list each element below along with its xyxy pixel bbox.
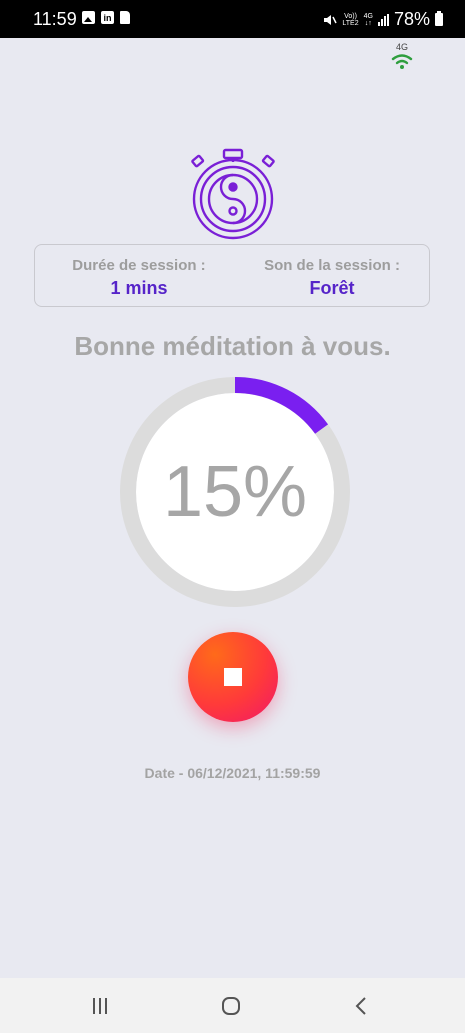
back-icon [355, 997, 366, 1015]
battery-icon [435, 11, 443, 26]
system-nav-bar [0, 978, 465, 1033]
status-time: 11:59 [33, 9, 77, 29]
sd-card-notification-icon [120, 11, 130, 24]
back-button[interactable] [331, 988, 391, 1024]
greeting-text: Bonne méditation à vous. [74, 331, 391, 361]
linkedin-notification-icon: in [101, 11, 114, 24]
volte-bottom: LTE2 [342, 19, 359, 27]
session-sound: Son de la session : Forêt [233, 257, 431, 299]
duration-label: Durée de session : [72, 257, 206, 274]
yin-yang-stopwatch-icon [191, 148, 275, 240]
network-indicator: 4G [389, 42, 415, 75]
sound-label: Son de la session : [264, 257, 400, 274]
volte-indicator: Vo)) LTE2 [342, 13, 358, 27]
mute-icon [324, 14, 338, 25]
recent-apps-icon [93, 998, 107, 1014]
duration-value: 1 mins [110, 278, 168, 298]
stop-icon [224, 668, 242, 686]
signal-icon [377, 13, 389, 26]
progress-percent: 15% [162, 452, 308, 532]
volte-top: Vo)) [344, 12, 357, 20]
status-indicators: Vo)) LTE2 4G ↓↑ 78% [323, 9, 443, 30]
stop-button[interactable] [188, 632, 278, 722]
data-indicator: 4G ↓↑ [364, 13, 373, 27]
session-duration: Durée de session : 1 mins [39, 257, 239, 299]
notification-icons: in [82, 11, 130, 24]
session-info-card: Durée de session : 1 mins Son de la sess… [34, 244, 430, 307]
data-type: 4G [363, 12, 373, 20]
status-bar: 11:59 in Vo)) LTE2 4G ↓↑ 78% [0, 0, 465, 38]
session-date: Date - 06/12/2021, 11:59:59 [144, 765, 321, 781]
data-arrows: ↓↑ [364, 19, 372, 27]
battery-percent: 78% [393, 9, 430, 29]
sound-value: Forêt [309, 278, 355, 298]
home-icon [222, 997, 240, 1015]
network-type-label: 4G [395, 42, 408, 52]
home-button[interactable] [201, 988, 261, 1024]
recent-apps-button[interactable] [70, 988, 130, 1024]
gallery-notification-icon [82, 11, 95, 24]
wifi-icon [391, 54, 413, 69]
